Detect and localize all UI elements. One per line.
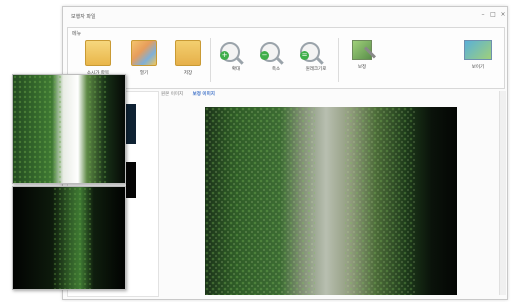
image-tabs: 원본 이미지 보정 이미지 bbox=[161, 91, 223, 97]
minimize-button[interactable]: – bbox=[479, 11, 487, 18]
close-button[interactable]: × bbox=[499, 11, 507, 18]
fit-size-button[interactable]: = 원래크기로 bbox=[296, 40, 336, 72]
title-bar: 보행자 파일 – □ × bbox=[63, 7, 507, 25]
correction-button[interactable]: 보정 bbox=[342, 40, 382, 70]
save-label: 저장 bbox=[183, 71, 193, 76]
correction-icon bbox=[352, 40, 377, 60]
ribbon-separator bbox=[210, 38, 211, 82]
main-image-view[interactable] bbox=[205, 107, 457, 295]
view-label: 보이기 bbox=[471, 65, 485, 70]
correction-label: 보정 bbox=[357, 65, 367, 70]
corrected-image bbox=[205, 107, 457, 295]
window-title: 보행자 파일 bbox=[71, 14, 96, 20]
original-image bbox=[13, 75, 125, 183]
original-image-thumbnail[interactable] bbox=[12, 74, 126, 184]
open-folder-button[interactable]: 소시가 항목 bbox=[78, 40, 118, 76]
open-label: 열기 bbox=[139, 71, 149, 76]
save-button[interactable]: 저장 bbox=[168, 40, 208, 76]
tab-original-image[interactable]: 원본 이미지 bbox=[161, 92, 183, 97]
zoom-out-label: 축소 bbox=[271, 67, 281, 72]
folder-icon bbox=[85, 40, 111, 66]
ribbon-separator bbox=[338, 38, 339, 82]
zoom-out-icon: − bbox=[260, 42, 280, 62]
view-icon bbox=[464, 40, 492, 60]
dark-image-thumbnail[interactable] bbox=[12, 186, 126, 290]
dark-image bbox=[13, 187, 125, 289]
zoom-in-icon: + bbox=[220, 42, 240, 62]
fit-size-label: 원래크기로 bbox=[305, 67, 327, 72]
open-button[interactable]: 열기 bbox=[124, 40, 164, 76]
vertical-scrollbar[interactable] bbox=[499, 91, 506, 295]
zoom-in-button[interactable]: + 확대 bbox=[216, 40, 256, 72]
app-window: 보행자 파일 – □ × 메뉴 소시가 항목 열기 저장 + 확대 − bbox=[62, 6, 508, 300]
zoom-out-button[interactable]: − 축소 bbox=[256, 40, 296, 72]
save-folder-icon bbox=[175, 40, 201, 66]
panel-dark-strip bbox=[126, 104, 136, 144]
open-image-icon bbox=[131, 40, 157, 66]
ribbon-toolbar: 메뉴 소시가 항목 열기 저장 + 확대 − 축소 = bbox=[67, 27, 505, 89]
view-button[interactable]: 보이기 bbox=[458, 40, 498, 70]
maximize-button[interactable]: □ bbox=[489, 11, 497, 18]
ribbon-group-label: 메뉴 bbox=[72, 31, 82, 37]
tab-corrected-image[interactable]: 보정 이미지 bbox=[193, 92, 215, 97]
panel-dark-strip bbox=[126, 162, 136, 198]
zoom-in-label: 확대 bbox=[231, 67, 241, 72]
fit-size-icon: = bbox=[300, 42, 320, 62]
